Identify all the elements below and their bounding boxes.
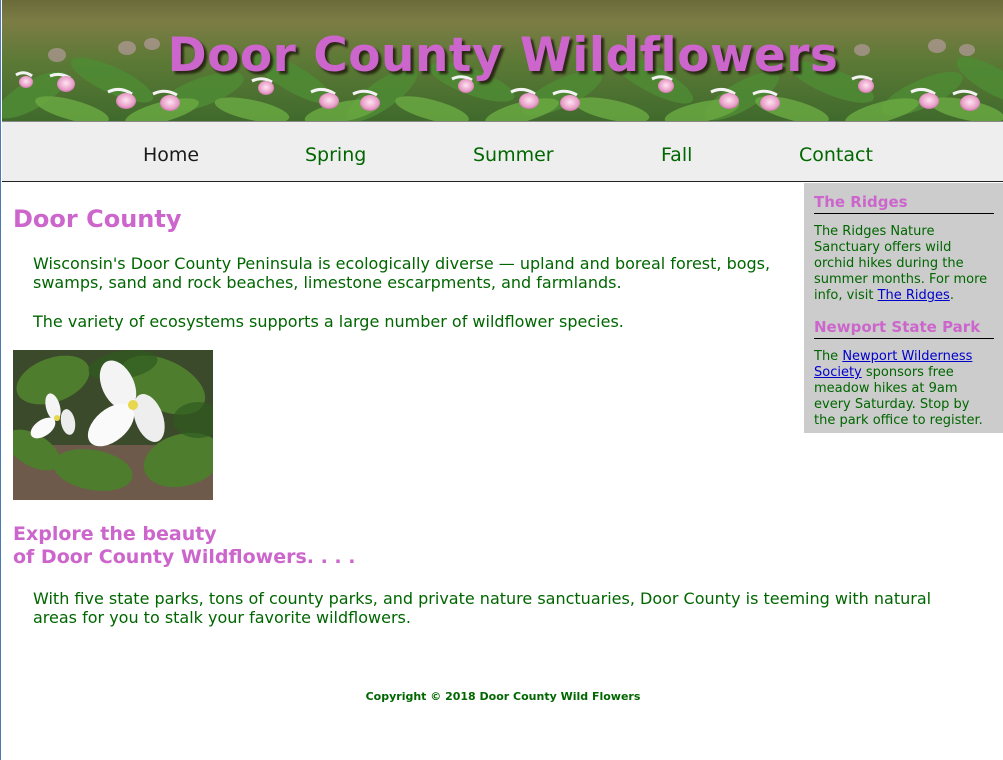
explore-heading-line1: Explore the beauty	[13, 523, 217, 545]
main-nav: Home Spring Summer Fall Contact	[2, 121, 1003, 182]
header-banner: Door County Wildflowers	[2, 0, 1003, 121]
ridges-text: The Ridges Nature Sanctuary offers wild …	[814, 224, 994, 304]
sidebar: The Ridges The Ridges Nature Sanctuary o…	[804, 183, 1003, 433]
newport-heading: Newport State Park	[814, 318, 994, 339]
white-trillium-photo	[13, 350, 213, 500]
newport-text: The Newport Wilderness Society sponsors …	[814, 349, 994, 429]
ridges-text-end: .	[949, 288, 954, 303]
intro-paragraph: Wisconsin's Door County Peninsula is eco…	[33, 254, 771, 292]
page-heading: Door County	[13, 205, 182, 233]
site-title: Door County Wildflowers	[167, 28, 839, 83]
nav-spring-link[interactable]: Spring	[305, 144, 366, 166]
ridges-link[interactable]: The Ridges	[878, 288, 950, 303]
ridges-heading: The Ridges	[814, 193, 994, 214]
nav-fall-link[interactable]: Fall	[661, 144, 692, 166]
nav-home-link[interactable]: Home	[143, 144, 199, 166]
page: Door County Wildflowers Home Spring Summ…	[0, 0, 1003, 760]
explore-heading-line2: of Door County Wildflowers. . . .	[13, 546, 356, 568]
explore-heading: Explore the beauty of Door County Wildfl…	[13, 523, 355, 569]
ecosystems-paragraph: The variety of ecosystems supports a lar…	[33, 312, 624, 331]
parks-paragraph: With five state parks, tons of county pa…	[33, 589, 932, 627]
nav-summer-link[interactable]: Summer	[473, 144, 554, 166]
nav-contact-link[interactable]: Contact	[799, 144, 873, 166]
trillium-photo	[13, 350, 213, 500]
footer-copyright: Copyright © 2018 Door County Wild Flower…	[365, 690, 641, 703]
newport-text-start: The	[814, 349, 843, 364]
